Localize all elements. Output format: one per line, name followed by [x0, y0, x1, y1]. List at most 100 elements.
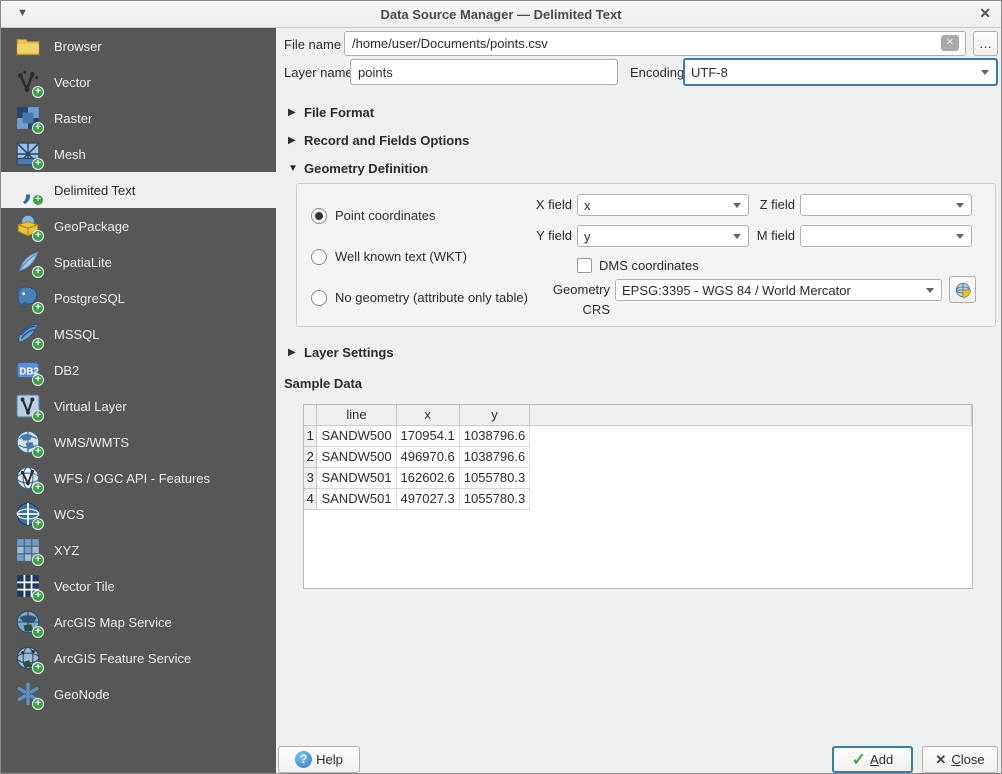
sidebar-item-mesh[interactable]: + Mesh — [1, 136, 276, 172]
chevron-down-icon — [956, 234, 964, 239]
window-close-icon[interactable]: ✕ — [979, 5, 991, 22]
expanded-arrow-icon[interactable]: ▼ — [288, 163, 304, 174]
add-badge-icon: + — [32, 446, 44, 458]
xyz-tiles-icon: + — [14, 536, 42, 564]
sidebar-item-geonode[interactable]: + GeoNode — [1, 676, 276, 712]
collapsed-arrow-icon[interactable]: ▶ — [288, 347, 304, 358]
z-field-combobox[interactable] — [800, 194, 972, 216]
layer-name-input[interactable] — [350, 59, 618, 85]
point-coordinates-radio[interactable] — [311, 208, 327, 224]
add-badge-icon: + — [32, 194, 44, 206]
row-number[interactable]: 2 — [304, 446, 317, 467]
sidebar-item-vector-tile[interactable]: + Vector Tile — [1, 568, 276, 604]
geometry-crs-combobox[interactable]: EPSG:3395 - WGS 84 / World Mercator — [615, 279, 942, 301]
sidebar-item-arcgis-feature-service[interactable]: + ArcGIS Feature Service — [1, 640, 276, 676]
spatialite-feather-icon: + — [14, 248, 42, 276]
collapsed-arrow-icon[interactable]: ▶ — [288, 107, 304, 118]
sidebar-item-label: Mesh — [54, 147, 86, 162]
cell-y[interactable]: 1055780.3 — [459, 488, 529, 509]
sidebar-item-spatialite[interactable]: + SpatiaLite — [1, 244, 276, 280]
sidebar-item-arcgis-map-service[interactable]: + ArcGIS Map Service — [1, 604, 276, 640]
m-field-combobox[interactable] — [800, 225, 972, 247]
select-crs-button[interactable] — [949, 276, 976, 303]
column-header-y[interactable]: y — [459, 405, 529, 425]
sidebar-item-label: DB2 — [54, 363, 79, 378]
cell-y[interactable]: 1038796.6 — [459, 446, 529, 467]
row-number[interactable]: 4 — [304, 488, 317, 509]
column-header-line[interactable]: line — [317, 405, 396, 425]
encoding-label: Encoding — [630, 60, 684, 85]
sidebar-item-label: ArcGIS Map Service — [54, 615, 172, 630]
collapsed-arrow-icon[interactable]: ▶ — [288, 135, 304, 146]
sidebar-item-delimited-text[interactable]: , + Delimited Text — [1, 172, 276, 208]
add-badge-icon: + — [32, 122, 44, 134]
delimited-text-comma-icon: , + — [14, 176, 42, 204]
add-button[interactable]: ✓ Add — [832, 746, 913, 773]
data-source-manager-dialog: ▼ Data Source Manager — Delimited Text ✕… — [0, 0, 1002, 774]
sidebar-item-db2[interactable]: DB2 + DB2 — [1, 352, 276, 388]
row-number[interactable]: 3 — [304, 467, 317, 488]
add-badge-icon: + — [32, 338, 44, 350]
cell-line[interactable]: SANDW500 — [317, 425, 396, 446]
table-header-row: line x y — [304, 405, 972, 425]
add-badge-icon: + — [32, 410, 44, 422]
cell-x[interactable]: 497027.3 — [396, 488, 459, 509]
checkmark-icon: ✓ — [852, 750, 866, 770]
file-name-input[interactable] — [344, 31, 966, 56]
help-button[interactable]: ? Help — [278, 746, 360, 773]
section-record-fields-options[interactable]: ▶ Record and Fields Options — [288, 130, 469, 150]
add-button-label: Add — [870, 752, 893, 767]
section-file-format[interactable]: ▶ File Format — [288, 102, 374, 122]
sidebar-item-virtual-layer[interactable]: + Virtual Layer — [1, 388, 276, 424]
section-layer-settings[interactable]: ▶ Layer Settings — [288, 342, 394, 362]
add-badge-icon: + — [32, 626, 44, 638]
close-button[interactable]: ✕ Close — [922, 746, 998, 773]
section-geometry-definition[interactable]: ▼ Geometry Definition — [288, 158, 428, 178]
sidebar-item-geopackage[interactable]: + GeoPackage — [1, 208, 276, 244]
no-geometry-label: No geometry (attribute only table) — [335, 288, 528, 308]
window-menu-icon[interactable]: ▼ — [17, 7, 28, 19]
cell-y[interactable]: 1055780.3 — [459, 467, 529, 488]
add-badge-icon: + — [32, 158, 44, 170]
dms-coordinates-checkbox[interactable] — [577, 258, 592, 273]
x-field-combobox[interactable]: x — [577, 194, 749, 216]
sidebar-item-xyz[interactable]: + XYZ — [1, 532, 276, 568]
add-badge-icon: + — [32, 86, 44, 98]
sidebar-item-postgresql[interactable]: + PostgreSQL — [1, 280, 276, 316]
wkt-radio[interactable] — [311, 249, 327, 265]
encoding-combobox[interactable]: UTF-8 — [683, 58, 998, 86]
add-badge-icon: + — [32, 554, 44, 566]
help-question-icon: ? — [295, 751, 312, 768]
cell-x[interactable]: 162602.6 — [396, 467, 459, 488]
sample-data-table[interactable]: line x y 1 SANDW500 170954.1 1038796.6 2… — [303, 404, 973, 589]
clear-filename-icon[interactable]: ✕ — [941, 35, 959, 51]
sidebar-item-wfs-ogc-api-features[interactable]: + WFS / OGC API - Features — [1, 460, 276, 496]
sidebar-item-mssql[interactable]: + MSSQL — [1, 316, 276, 352]
no-geometry-radio[interactable] — [311, 290, 327, 306]
sidebar-item-label: GeoPackage — [54, 219, 129, 234]
help-button-label: Help — [316, 752, 343, 767]
column-header-x[interactable]: x — [396, 405, 459, 425]
close-button-label: Close — [951, 752, 984, 767]
table-row: 3 SANDW501 162602.6 1055780.3 — [304, 467, 972, 488]
cell-line[interactable]: SANDW500 — [317, 446, 396, 467]
sidebar-item-vector[interactable]: + Vector — [1, 64, 276, 100]
sidebar-item-wms-wmts[interactable]: + WMS/WMTS — [1, 424, 276, 460]
postgresql-elephant-icon: + — [14, 284, 42, 312]
sidebar-item-label: MSSQL — [54, 327, 100, 342]
sidebar-item-wcs[interactable]: + WCS — [1, 496, 276, 532]
cell-x[interactable]: 170954.1 — [396, 425, 459, 446]
cell-line[interactable]: SANDW501 — [317, 467, 396, 488]
browse-file-button[interactable]: … — [973, 31, 998, 56]
cell-line[interactable]: SANDW501 — [317, 488, 396, 509]
cell-y[interactable]: 1038796.6 — [459, 425, 529, 446]
sidebar-item-browser[interactable]: Browser — [1, 28, 276, 64]
row-number[interactable]: 1 — [304, 425, 317, 446]
add-badge-icon: + — [32, 518, 44, 530]
y-field-combobox[interactable]: y — [577, 225, 749, 247]
db2-icon: DB2 + — [14, 356, 42, 384]
titlebar[interactable]: ▼ Data Source Manager — Delimited Text ✕ — [1, 1, 1001, 28]
sidebar-item-label: XYZ — [54, 543, 79, 558]
cell-x[interactable]: 496970.6 — [396, 446, 459, 467]
sidebar-item-raster[interactable]: + Raster — [1, 100, 276, 136]
